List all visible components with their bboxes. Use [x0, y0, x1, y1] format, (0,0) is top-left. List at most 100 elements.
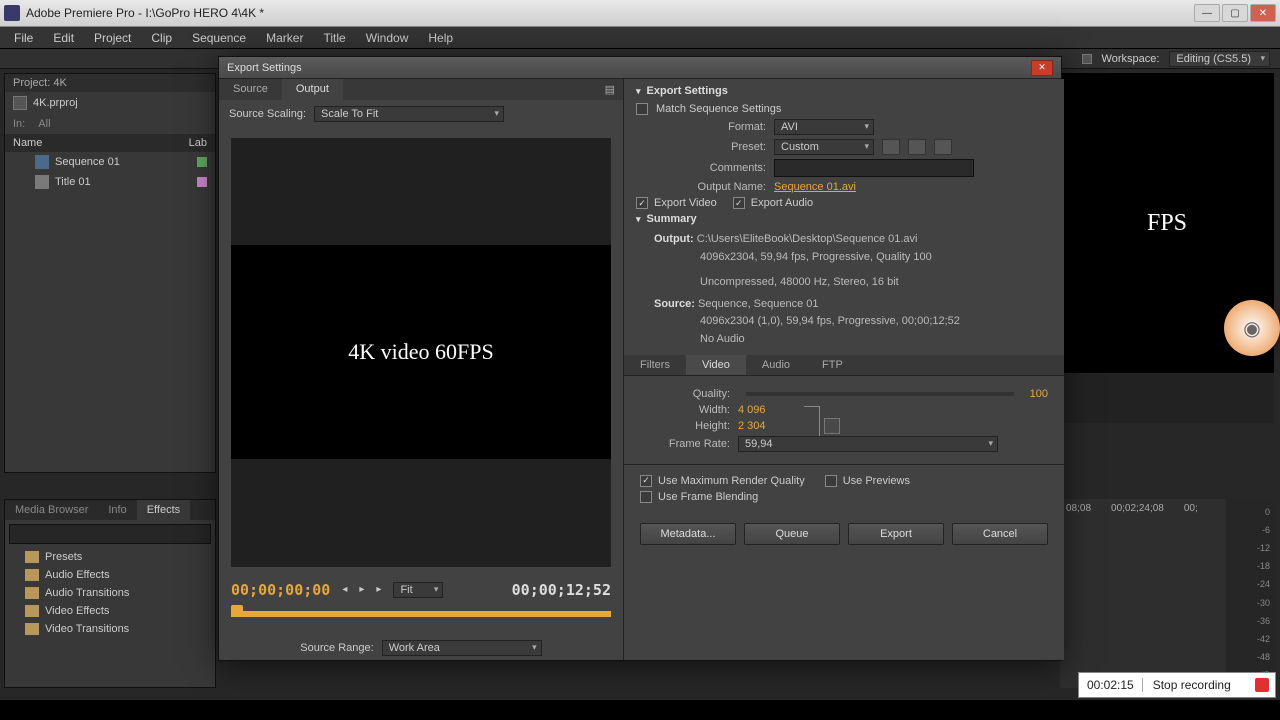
menu-edit[interactable]: Edit	[43, 29, 84, 47]
use-frame-blending-checkbox[interactable]	[640, 491, 652, 503]
metadata-button[interactable]: Metadata...	[640, 523, 736, 545]
source-range-label: Source Range:	[300, 642, 373, 654]
tab-filters[interactable]: Filters	[624, 355, 686, 375]
bin-item-sequence[interactable]: Sequence 01	[5, 152, 215, 172]
format-select[interactable]: AVI	[774, 119, 874, 135]
bottom-letterbox	[0, 700, 1280, 720]
title-icon	[35, 175, 49, 189]
tree-audio-effects[interactable]: Audio Effects	[5, 566, 215, 584]
tree-video-effects[interactable]: Video Effects	[5, 602, 215, 620]
comments-input[interactable]	[774, 159, 974, 177]
tree-video-transitions[interactable]: Video Transitions	[5, 620, 215, 638]
summary-header[interactable]: Summary	[636, 213, 1052, 225]
export-button[interactable]: Export	[848, 523, 944, 545]
zoom-select[interactable]: Fit	[393, 582, 443, 598]
project-tab[interactable]: Project: 4K	[5, 74, 215, 92]
folder-icon	[25, 551, 39, 563]
menu-marker[interactable]: Marker	[256, 29, 313, 47]
height-value[interactable]: 2 304	[738, 420, 766, 432]
in-marker[interactable]	[231, 605, 243, 617]
ruler-mark: 08;08	[1066, 503, 1091, 514]
tab-info[interactable]: Info	[98, 500, 136, 520]
range-slider[interactable]	[231, 605, 611, 628]
tab-media-browser[interactable]: Media Browser	[5, 500, 98, 520]
col-label[interactable]: Lab	[189, 137, 207, 149]
output-name-link[interactable]: Sequence 01.avi	[774, 181, 856, 193]
dialog-title: Export Settings	[227, 62, 1031, 74]
workspace-select[interactable]: Editing (CS5.5)	[1169, 51, 1270, 67]
folder-icon	[25, 587, 39, 599]
step-fwd-icon[interactable]: ▸	[372, 582, 385, 597]
project-panel: Project: 4K 4K.prproj In: All Name Lab S…	[4, 73, 216, 473]
link-dimensions-toggle[interactable]	[824, 418, 840, 434]
panel-menu-icon[interactable]: ▤	[597, 79, 623, 100]
framerate-select[interactable]: 59,94	[738, 436, 998, 452]
recorder-time: 00:02:15	[1079, 678, 1143, 692]
use-max-quality-checkbox[interactable]	[640, 475, 652, 487]
maximize-button[interactable]: ▢	[1222, 4, 1248, 22]
source-scaling-label: Source Scaling:	[229, 108, 306, 120]
tab-output[interactable]: Output	[282, 79, 343, 100]
screen-recorder-widget: 00:02:15 Stop recording	[1078, 672, 1276, 698]
cancel-button[interactable]: Cancel	[952, 523, 1048, 545]
export-audio-label: Export Audio	[751, 197, 813, 209]
in-label: In:	[13, 118, 25, 130]
use-previews-label: Use Previews	[843, 475, 910, 487]
tab-video[interactable]: Video	[686, 355, 746, 375]
delete-preset-icon[interactable]	[934, 139, 952, 155]
tree-audio-transitions[interactable]: Audio Transitions	[5, 584, 215, 602]
export-video-label: Export Video	[654, 197, 717, 209]
label-swatch[interactable]	[197, 177, 207, 187]
minimize-button[interactable]: —	[1194, 4, 1220, 22]
source-scaling-select[interactable]: Scale To Fit	[314, 106, 504, 122]
label-swatch[interactable]	[197, 157, 207, 167]
width-value[interactable]: 4 096	[738, 404, 766, 416]
comments-label: Comments:	[636, 162, 766, 174]
menu-bar: File Edit Project Clip Sequence Marker T…	[0, 27, 1280, 49]
import-preset-icon[interactable]	[908, 139, 926, 155]
recorder-bubble-icon[interactable]: ◉	[1224, 300, 1280, 356]
tab-source[interactable]: Source	[219, 79, 282, 100]
recorder-stop-button[interactable]: Stop recording	[1143, 678, 1255, 692]
window-titlebar: Adobe Premiere Pro - I:\GoPro HERO 4\4K …	[0, 0, 1280, 27]
menu-sequence[interactable]: Sequence	[182, 29, 256, 47]
match-sequence-checkbox[interactable]	[636, 103, 648, 115]
source-range-select[interactable]: Work Area	[382, 640, 542, 656]
menu-clip[interactable]: Clip	[141, 29, 182, 47]
window-title: Adobe Premiere Pro - I:\GoPro HERO 4\4K …	[26, 6, 1194, 20]
dialog-close-button[interactable]: ✕	[1031, 60, 1053, 76]
out-timecode[interactable]: 00;00;12;52	[512, 581, 611, 599]
use-max-label: Use Maximum Render Quality	[658, 475, 805, 487]
play-icon[interactable]: ▸	[355, 582, 368, 597]
folder-icon	[25, 623, 39, 635]
export-video-checkbox[interactable]	[636, 197, 648, 209]
export-settings-header[interactable]: Export Settings	[636, 85, 1052, 97]
tab-audio[interactable]: Audio	[746, 355, 806, 375]
preset-select[interactable]: Custom	[774, 139, 874, 155]
tab-effects[interactable]: Effects	[137, 500, 190, 520]
quality-slider[interactable]	[746, 392, 1014, 396]
col-name[interactable]: Name	[13, 137, 42, 149]
project-filename: 4K.prproj	[33, 97, 78, 109]
tab-ftp[interactable]: FTP	[806, 355, 859, 375]
queue-button[interactable]: Queue	[744, 523, 840, 545]
step-back-icon[interactable]: ◂	[338, 582, 351, 597]
menu-window[interactable]: Window	[356, 29, 419, 47]
save-preset-icon[interactable]	[882, 139, 900, 155]
menu-project[interactable]: Project	[84, 29, 141, 47]
record-indicator-icon[interactable]	[1255, 678, 1269, 692]
window-close-button[interactable]: ✕	[1250, 4, 1276, 22]
menu-file[interactable]: File	[4, 29, 43, 47]
quality-value[interactable]: 100	[1030, 388, 1048, 400]
export-audio-checkbox[interactable]	[733, 197, 745, 209]
match-sequence-label: Match Sequence Settings	[656, 103, 781, 115]
bin-item-title[interactable]: Title 01	[5, 172, 215, 192]
folder-icon	[25, 569, 39, 581]
menu-title[interactable]: Title	[313, 29, 355, 47]
in-timecode[interactable]: 00;00;00;00	[231, 581, 330, 599]
effects-search[interactable]	[9, 524, 211, 544]
use-previews-checkbox[interactable]	[825, 475, 837, 487]
menu-help[interactable]: Help	[418, 29, 463, 47]
tree-presets[interactable]: Presets	[5, 548, 215, 566]
framerate-label: Frame Rate:	[640, 438, 730, 450]
